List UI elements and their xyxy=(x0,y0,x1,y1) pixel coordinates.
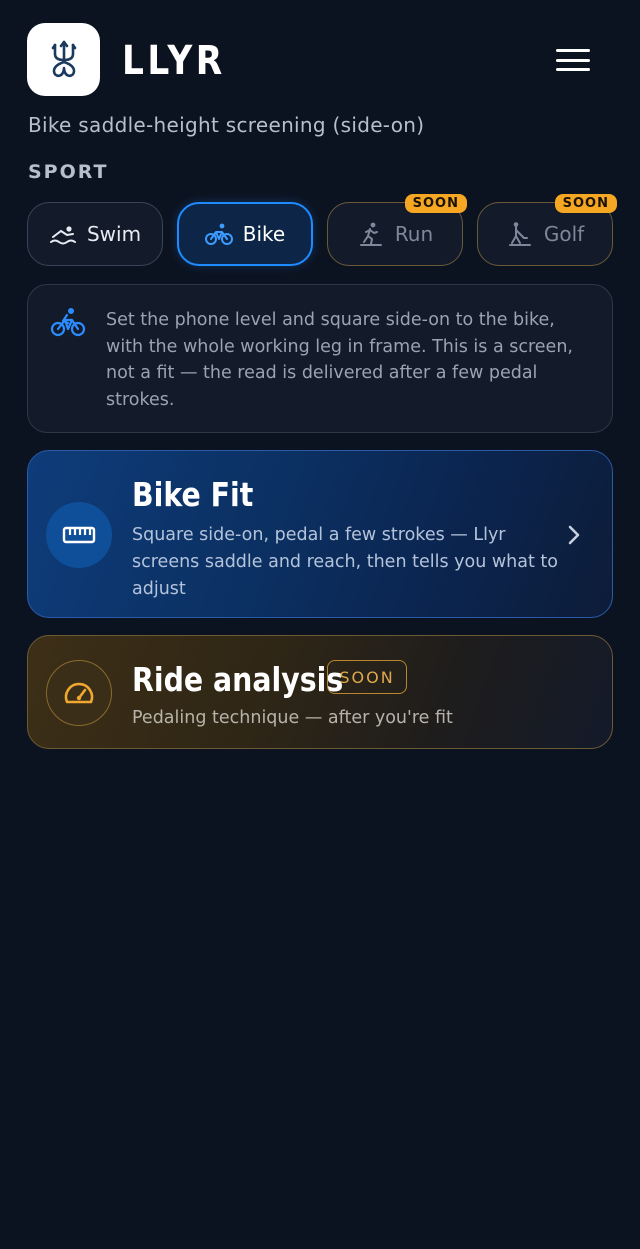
bike-icon xyxy=(204,220,233,248)
ride-analysis-description: Pedaling technique — after you're fit xyxy=(132,708,453,728)
golf-icon xyxy=(506,220,534,248)
trident-logo-icon xyxy=(51,40,76,77)
speedometer-icon xyxy=(64,682,94,704)
sport-chip-swim[interactable]: Swim xyxy=(27,202,163,266)
ride-analysis-card[interactable]: Ride analysis SOON Pedaling technique — … xyxy=(27,635,613,749)
sport-chip-label: Swim xyxy=(86,222,142,246)
page-subtitle: Bike saddle-height screening (side-on) xyxy=(28,113,425,137)
bike-fit-description: Square side-on, pedal a few strokes — Ll… xyxy=(132,525,558,599)
sport-chip-bike[interactable]: Bike xyxy=(177,202,313,266)
sport-chip-label: Golf xyxy=(543,222,585,246)
app-screen: LLYR Bike saddle-height screening (side-… xyxy=(0,0,640,1249)
hamburger-menu-icon xyxy=(556,49,590,52)
app-logo xyxy=(27,23,100,96)
bike-fit-icon-badge xyxy=(46,502,112,568)
run-icon xyxy=(357,220,385,248)
sport-chip-run[interactable]: Run SOON xyxy=(327,194,467,266)
ride-analysis-icon-badge xyxy=(46,660,112,726)
menu-button[interactable] xyxy=(552,44,594,76)
brand-name: LLYR xyxy=(122,38,226,84)
sport-section-label: SPORT xyxy=(28,161,109,183)
ruler-icon xyxy=(62,526,96,544)
ride-analysis-title: Ride analysis xyxy=(132,660,344,699)
instructions-panel: Set the phone level and square side-on t… xyxy=(27,284,613,433)
soon-badge: SOON xyxy=(554,194,617,213)
cyclist-icon xyxy=(50,307,86,341)
bike-fit-title: Bike Fit xyxy=(132,475,254,514)
bike-fit-card[interactable]: Bike Fit Square side-on, pedal a few str… xyxy=(27,450,613,618)
swim-icon xyxy=(49,220,77,248)
soon-badge: SOON xyxy=(404,194,467,213)
soon-badge: SOON xyxy=(327,660,407,694)
chevron-right-icon[interactable] xyxy=(566,523,582,551)
sport-chip-label: Run xyxy=(394,222,434,246)
sport-chip-label: Bike xyxy=(242,222,286,246)
sport-chip-golf[interactable]: Golf SOON xyxy=(477,194,617,266)
instructions-text: Set the phone level and square side-on t… xyxy=(106,310,573,410)
